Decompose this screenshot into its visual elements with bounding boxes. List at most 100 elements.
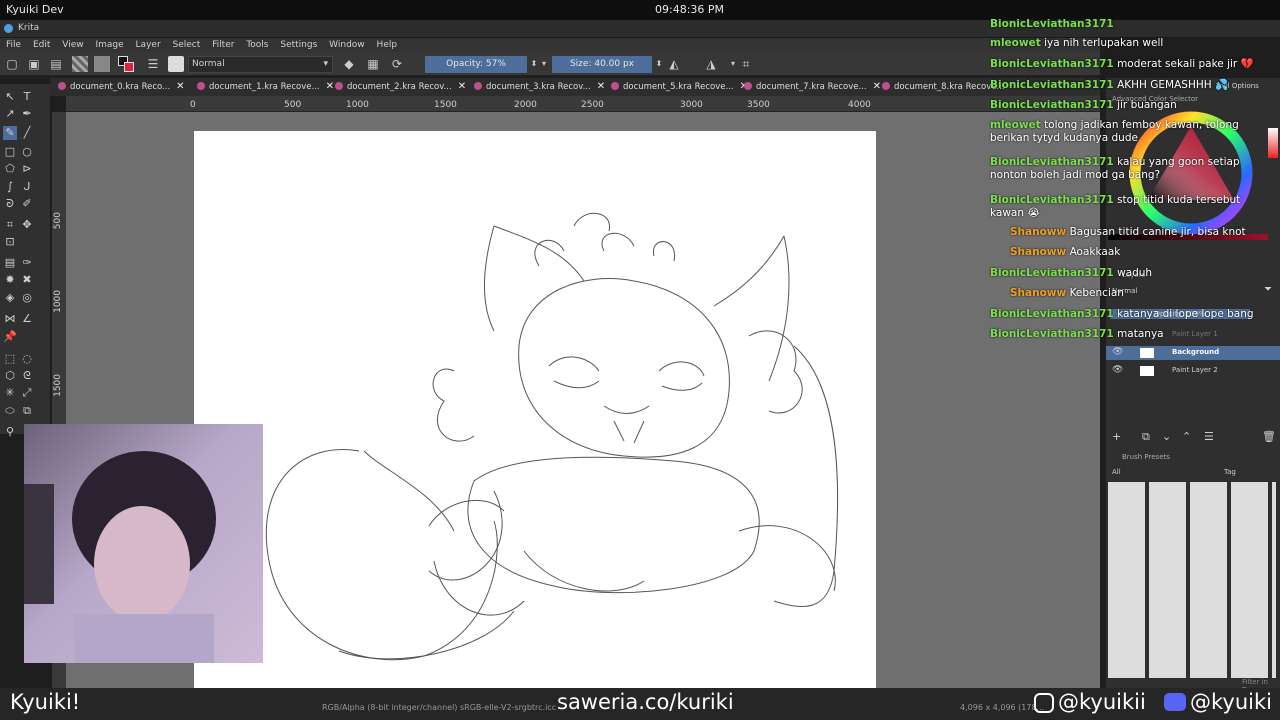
multibrush-icon[interactable]: ✐ (20, 197, 34, 211)
rectangle-tool-icon[interactable]: □ (3, 145, 17, 159)
close-icon[interactable]: ✕ (873, 81, 881, 92)
size-slider[interactable]: Size: 40.00 px (552, 56, 652, 73)
layer-properties-icon[interactable]: ☰ (1204, 430, 1214, 443)
polyline-tool-icon[interactable]: ⊳ (20, 162, 34, 176)
wrap-around-icon[interactable]: ⌗ (739, 57, 753, 71)
select-shape-icon[interactable]: ↖ (3, 90, 17, 104)
magnetic-select-icon[interactable]: ⧉ (20, 404, 34, 418)
dynamic-brush-icon[interactable]: ᘐ (3, 197, 17, 211)
menu-filter[interactable]: Filter (212, 40, 234, 50)
reload-preset-icon[interactable]: ⟳ (390, 57, 404, 71)
text-tool-icon[interactable]: T (20, 90, 34, 104)
duplicate-layer-icon[interactable]: ⧉ (1142, 430, 1150, 444)
tab-document-2[interactable]: document_2.kra Recov... ✕ (335, 78, 466, 96)
brush-preset-icon[interactable] (168, 56, 184, 72)
polygon-select-icon[interactable]: ⬡ (3, 369, 17, 383)
chat-username: Shanoww (1010, 287, 1067, 299)
rect-select-icon[interactable]: ⬚ (3, 352, 17, 366)
status-color-space: RGB/Alpha (8-bit integer/channel) sRGB-e… (322, 703, 557, 712)
pattern-selector-icon[interactable] (94, 56, 110, 72)
eraser-icon[interactable]: ◆ (342, 57, 356, 71)
ellipse-tool-icon[interactable]: ○ (20, 145, 34, 159)
calligraphy-icon[interactable]: ✒ (20, 107, 34, 121)
chevron-down-icon[interactable]: ▾ (537, 57, 551, 71)
brush-tag-select[interactable]: Tag (1224, 468, 1236, 476)
brush-filter-select[interactable]: All (1112, 468, 1121, 476)
tab-document-7[interactable]: document_7.kra Recove... ✕ (744, 78, 881, 96)
menu-image[interactable]: Image (95, 40, 123, 50)
move-up-icon[interactable]: ⌃ (1182, 430, 1191, 443)
ruler-tick: 500 (284, 100, 302, 110)
close-icon[interactable]: ✕ (597, 81, 605, 92)
instagram-handle: @kyuikii (1058, 690, 1146, 714)
preserve-alpha-icon[interactable]: ▦ (366, 57, 380, 71)
gradient-tool-icon[interactable]: ▤ (3, 256, 17, 270)
menu-tools[interactable]: Tools (246, 40, 268, 50)
tab-document-1[interactable]: document_1.kra Recove... ✕ (197, 78, 334, 96)
similar-select-icon[interactable]: ⤢ (20, 386, 34, 400)
freehand-path-icon[interactable]: ᒍ (20, 180, 34, 194)
menu-help[interactable]: Help (377, 40, 398, 50)
edit-shape-icon[interactable]: ↗ (3, 107, 17, 121)
tab-document-0[interactable]: document_0.kra Reco... ✕ (58, 78, 185, 96)
crop-tool-icon[interactable]: ⌗ (3, 218, 17, 232)
eye-icon[interactable]: 👁 (1112, 365, 1123, 375)
menu-settings[interactable]: Settings (280, 40, 317, 50)
menu-edit[interactable]: Edit (33, 40, 50, 50)
chat-text: iya nih terlupakan well (1044, 37, 1164, 49)
close-icon[interactable]: ✕ (458, 81, 466, 92)
color-picker-icon[interactable]: ✑ (20, 256, 34, 270)
chevron-down-icon[interactable]: ▾ (726, 57, 740, 71)
close-icon[interactable]: ✕ (326, 81, 334, 92)
open-document-icon[interactable]: ▣ (27, 57, 41, 71)
menu-file[interactable]: File (6, 40, 21, 50)
polygon-tool-icon[interactable]: ⬠ (3, 162, 17, 176)
background-color-swatch[interactable] (124, 62, 134, 72)
opacity-slider[interactable]: Opacity: 57% (425, 56, 527, 73)
delete-layer-icon[interactable]: 🗑 (1262, 430, 1276, 443)
blend-mode-select[interactable]: Normal ▾ (188, 56, 333, 73)
ruler-tick: 1500 (53, 374, 63, 397)
drawing-canvas[interactable] (194, 131, 876, 688)
brush-settings-icon[interactable]: ☰ (146, 57, 160, 71)
add-layer-icon[interactable]: + (1112, 430, 1121, 443)
size-stepper-icon[interactable]: ⬍ (652, 57, 666, 71)
freehand-brush-icon[interactable]: ✎ (3, 126, 17, 140)
measure-tool-icon[interactable]: ∠ (20, 312, 34, 326)
bezier-tool-icon[interactable]: ∫ (3, 180, 17, 194)
tab-document-5[interactable]: document_5.kra Recove...✕ (611, 78, 748, 96)
assistant-tool-icon[interactable]: ✖ (20, 273, 34, 287)
move-down-icon[interactable]: ⌄ (1162, 430, 1171, 443)
line-tool-icon[interactable]: ╱ (20, 126, 34, 140)
new-document-icon[interactable]: ▢ (5, 57, 19, 71)
menu-window[interactable]: Window (329, 40, 365, 50)
reference-tool-icon[interactable]: 📌 (3, 330, 17, 344)
enclose-fill-icon[interactable]: ◎ (20, 291, 34, 305)
mirror-horizontal-icon[interactable]: ◭ (667, 57, 681, 71)
layer-row[interactable]: 👁 Paint Layer 2 (1106, 364, 1280, 378)
filter-icon[interactable]: ⏷ (1264, 284, 1272, 295)
menu-view[interactable]: View (62, 40, 83, 50)
mirror-vertical-icon[interactable]: ◮ (704, 57, 718, 71)
tab-document-3[interactable]: document_3.kra Recov... ✕ (474, 78, 605, 96)
bezier-select-icon[interactable]: ⬭ (3, 404, 17, 418)
menu-layer[interactable]: Layer (136, 40, 161, 50)
gradient-selector-icon[interactable] (72, 56, 88, 72)
transform-tool-icon[interactable]: ⊡ (3, 235, 17, 249)
smart-patch-icon[interactable]: ✸ (3, 273, 17, 287)
contiguous-select-icon[interactable]: ✳ (3, 386, 17, 400)
freehand-select-icon[interactable]: ᘓ (20, 369, 34, 383)
ellipse-select-icon[interactable]: ◌ (20, 352, 34, 366)
zoom-tool-icon[interactable]: ⚲ (3, 425, 17, 439)
assistant-icon[interactable]: ⋈ (3, 312, 17, 326)
fill-tool-icon[interactable]: ◈ (3, 291, 17, 305)
tab-document-8[interactable]: document_8.kra Recove... (882, 78, 1005, 96)
move-tool-icon[interactable]: ✥ (20, 218, 34, 232)
menu-select[interactable]: Select (173, 40, 201, 50)
brush-preset-grid[interactable] (1108, 482, 1276, 678)
color-history-strip[interactable] (1268, 128, 1278, 158)
krita-document-icon (882, 82, 890, 90)
chat-text: moderat sekali pake jir 💔 (1117, 58, 1254, 70)
save-document-icon[interactable]: ▤ (49, 57, 63, 71)
close-icon[interactable]: ✕ (176, 81, 184, 92)
